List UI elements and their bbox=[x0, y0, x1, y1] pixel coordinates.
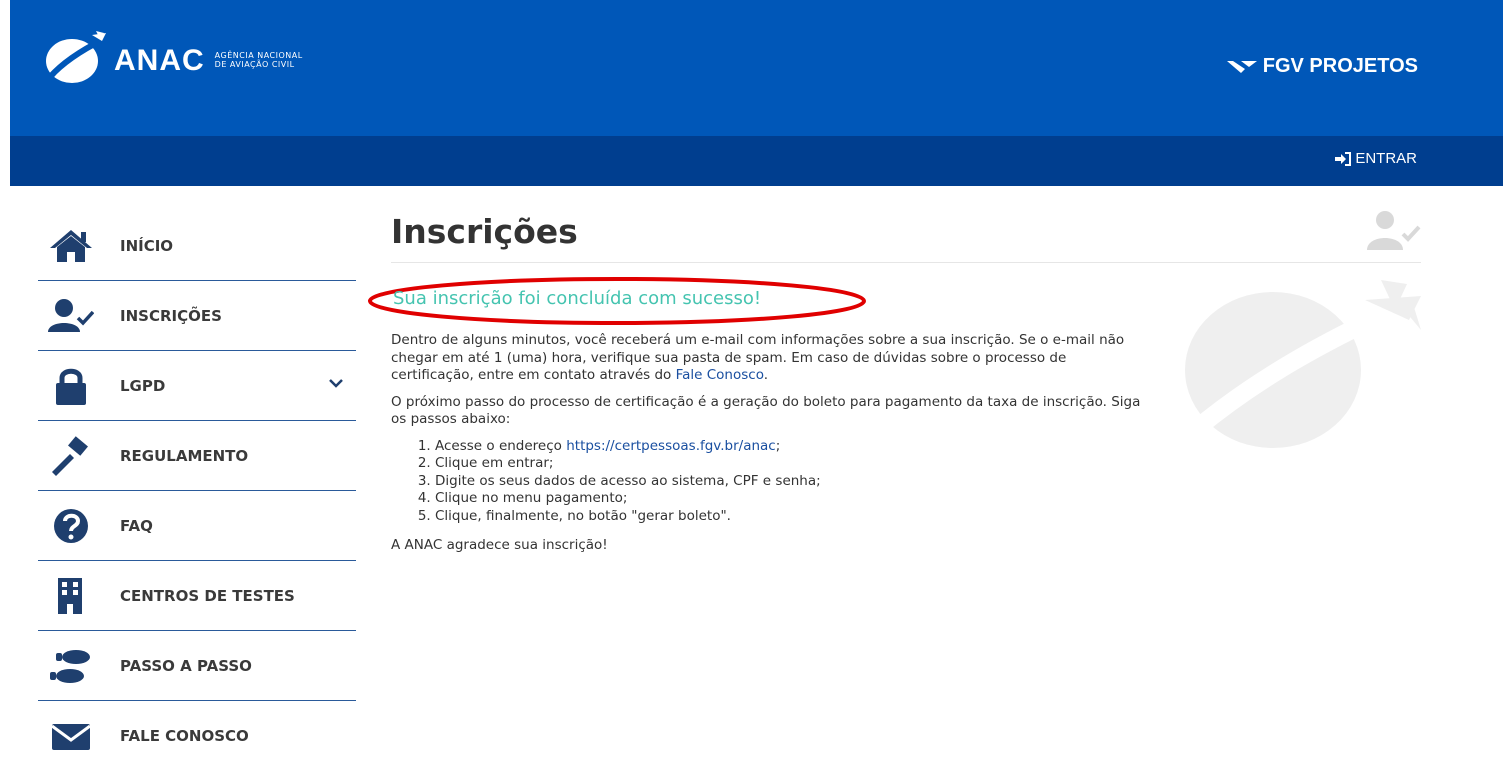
sidebar-item-label: INÍCIO bbox=[120, 236, 174, 255]
home-icon bbox=[48, 226, 94, 266]
list-item: Acesse o endereço https://certpessoas.fg… bbox=[435, 438, 1151, 456]
chevron-down-icon[interactable] bbox=[328, 377, 344, 389]
sidebar-item-inicio[interactable]: INÍCIO bbox=[38, 211, 356, 281]
list-item: Clique, finalmente, no botão "gerar bole… bbox=[435, 508, 1151, 526]
fale-conosco-link[interactable]: Fale Conosco bbox=[676, 367, 764, 383]
anac-watermark-icon bbox=[1185, 280, 1421, 448]
site-header: ANAC AGÊNCIA NACIONAL DE AVIAÇÃO CIVIL F… bbox=[10, 0, 1503, 186]
step1-text: Acesse o endereço bbox=[435, 437, 567, 454]
success-message: Sua inscrição foi concluída com sucesso! bbox=[393, 288, 762, 309]
header-nav-bar: ENTRAR bbox=[10, 136, 1503, 186]
sidebar-item-passo-a-passo[interactable]: PASSO A PASSO bbox=[38, 631, 356, 701]
lock-icon bbox=[48, 366, 94, 406]
fgv-label: FGV PROJETOS bbox=[1262, 55, 1418, 77]
fgv-mark-icon bbox=[1226, 60, 1257, 73]
logo-subtitle-line1: AGÊNCIA NACIONAL bbox=[214, 51, 303, 60]
intro-paragraph: Dentro de alguns minutos, você receberá … bbox=[391, 332, 1151, 385]
sidebar-item-centros-de-testes[interactable]: CENTROS DE TESTES bbox=[38, 561, 356, 631]
sidebar-item-label: FAQ bbox=[120, 516, 153, 535]
thanks-paragraph: A ANAC agradece sua inscrição! bbox=[391, 537, 608, 553]
certpessoas-link[interactable]: https://certpessoas.fgv.br/anac bbox=[566, 438, 776, 454]
building-icon bbox=[48, 576, 94, 616]
page-title: Inscrições bbox=[391, 206, 1421, 263]
login-button[interactable]: ENTRAR bbox=[1335, 150, 1417, 167]
instructions: Dentro de alguns minutos, você receberá … bbox=[391, 332, 1151, 564]
sign-in-icon bbox=[1335, 151, 1352, 166]
main-content: Inscrições Sua inscrição foi concluída c… bbox=[368, 206, 1421, 553]
sidebar-item-regulamento[interactable]: REGULAMENTO bbox=[38, 421, 356, 491]
logo-subtitle: AGÊNCIA NACIONAL DE AVIAÇÃO CIVIL bbox=[215, 51, 303, 69]
anac-globe-icon bbox=[46, 31, 106, 83]
sidebar-item-label: PASSO A PASSO bbox=[120, 656, 252, 675]
list-item: Clique no menu pagamento; bbox=[435, 490, 1151, 508]
sidebar-item-lgpd[interactable]: LGPD bbox=[38, 351, 356, 421]
fgv-logo: FGV PROJETOS bbox=[1226, 55, 1418, 78]
question-icon bbox=[48, 506, 94, 546]
steps-list: Acesse o endereço https://certpessoas.fg… bbox=[391, 438, 1151, 526]
sidebar-nav: INÍCIO INSCRIÇÕES LGPD REGULAMENTO FAQ C… bbox=[38, 211, 356, 771]
user-check-icon bbox=[48, 296, 94, 336]
step1-end: ; bbox=[775, 437, 781, 454]
sidebar-item-label: INSCRIÇÕES bbox=[120, 306, 222, 325]
list-item: Digite os seus dados de acesso ao sistem… bbox=[435, 473, 1151, 491]
next-step-paragraph: O próximo passo do processo de certifica… bbox=[391, 393, 1141, 428]
envelope-icon bbox=[48, 716, 94, 756]
intro-end: . bbox=[763, 367, 769, 383]
sidebar-item-label: REGULAMENTO bbox=[120, 446, 249, 465]
list-item: Clique em entrar; bbox=[435, 455, 1151, 473]
header-brand-bar: ANAC AGÊNCIA NACIONAL DE AVIAÇÃO CIVIL F… bbox=[10, 0, 1503, 136]
anac-logo[interactable]: ANAC AGÊNCIA NACIONAL DE AVIAÇÃO CIVIL bbox=[44, 30, 303, 86]
sidebar-item-faq[interactable]: FAQ bbox=[38, 491, 356, 561]
sidebar-item-inscricoes[interactable]: INSCRIÇÕES bbox=[38, 281, 356, 351]
logo-subtitle-line2: DE AVIAÇÃO CIVIL bbox=[214, 60, 295, 69]
sidebar-item-label: FALE CONOSCO bbox=[120, 727, 249, 745]
sidebar-item-label: CENTROS DE TESTES bbox=[120, 586, 295, 605]
sidebar-item-label: LGPD bbox=[120, 376, 166, 395]
logo-name: ANAC bbox=[114, 44, 205, 77]
footprints-icon bbox=[48, 646, 94, 686]
user-check-icon bbox=[1367, 211, 1421, 250]
login-label: ENTRAR bbox=[1355, 150, 1417, 167]
gavel-icon bbox=[48, 435, 94, 476]
